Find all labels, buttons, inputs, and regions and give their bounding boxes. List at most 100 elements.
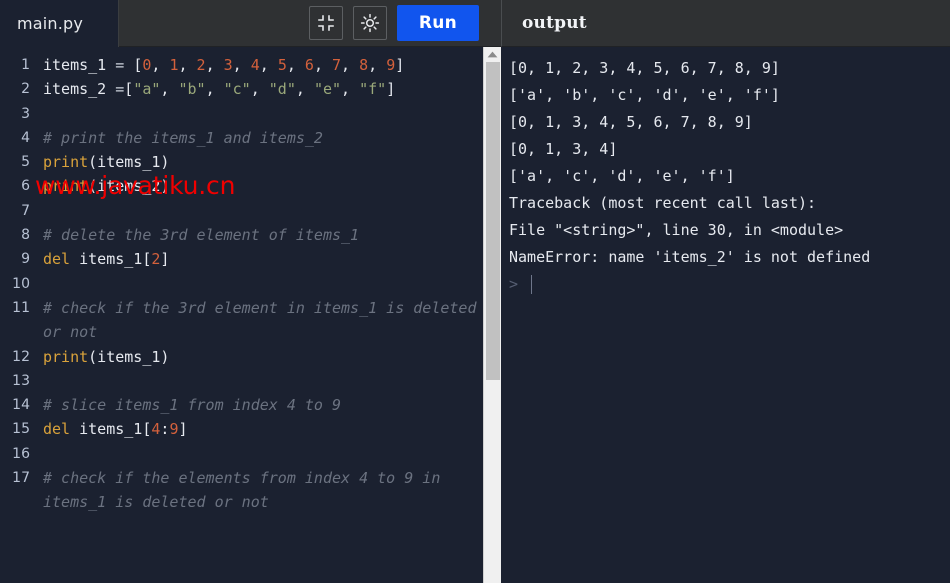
- tab-strip: main.py: [0, 0, 119, 47]
- token-punct: ,: [296, 80, 314, 98]
- code-text[interactable]: # check if the 3rd element in items_1 is…: [43, 296, 483, 345]
- token-num: 7: [332, 56, 341, 74]
- prompt-chevron-icon: >: [509, 271, 518, 298]
- code-line: 13: [0, 369, 483, 393]
- line-number: 3: [0, 102, 43, 126]
- code-text[interactable]: print(items_1): [43, 150, 483, 174]
- token-punct: ,: [251, 80, 269, 98]
- line-number: 12: [0, 345, 43, 369]
- output-console[interactable]: [0, 1, 2, 3, 4, 5, 6, 7, 8, 9]['a', 'b',…: [501, 47, 950, 583]
- token-fn: print: [43, 177, 88, 195]
- compress-button[interactable]: [309, 6, 343, 40]
- code-line: 15del items_1[4:9]: [0, 417, 483, 441]
- line-number: 17: [0, 466, 43, 490]
- line-number: 5: [0, 150, 43, 174]
- compress-icon: [317, 14, 335, 32]
- token-punct: [: [133, 56, 142, 74]
- token-punct: (items_1): [88, 153, 169, 171]
- code-line: 5print(items_1): [0, 150, 483, 174]
- tab-main-py[interactable]: main.py: [0, 0, 83, 47]
- output-line: ['a', 'c', 'd', 'e', 'f']: [509, 163, 950, 190]
- token-com: # print the items_1 and items_2: [43, 129, 323, 147]
- python-ide-app: main.py: [0, 0, 950, 583]
- token-punct: ]: [386, 80, 395, 98]
- code-text[interactable]: items_1 = [0, 1, 2, 3, 4, 5, 6, 7, 8, 9]: [43, 53, 483, 77]
- token-op: =: [115, 56, 133, 74]
- token-punct: ,: [178, 56, 196, 74]
- line-number: 2: [0, 77, 43, 101]
- line-number: 1: [0, 53, 43, 77]
- token-punct: (items_1): [88, 348, 169, 366]
- line-number: 7: [0, 199, 43, 223]
- code-text[interactable]: [43, 369, 483, 393]
- token-num: 5: [278, 56, 287, 74]
- line-number: 14: [0, 393, 43, 417]
- editor-pane: main.py: [0, 0, 501, 583]
- scroll-up-arrow-icon[interactable]: [484, 47, 501, 62]
- token-str: "e": [314, 80, 341, 98]
- token-str: "f": [359, 80, 386, 98]
- code-text[interactable]: items_2 =["a", "b", "c", "d", "e", "f"]: [43, 77, 483, 101]
- output-line: [0, 1, 3, 4, 5, 6, 7, 8, 9]: [509, 109, 950, 136]
- line-number: 6: [0, 174, 43, 198]
- token-str: "b": [178, 80, 205, 98]
- token-punct: ,: [341, 56, 359, 74]
- run-button[interactable]: Run: [397, 5, 479, 41]
- code-text[interactable]: print(items_2): [43, 174, 483, 198]
- line-number: 13: [0, 369, 43, 393]
- token-punct: ]: [160, 250, 169, 268]
- brightness-button[interactable]: [353, 6, 387, 40]
- line-number: 10: [0, 272, 43, 296]
- code-text[interactable]: # check if the elements from index 4 to …: [43, 466, 483, 515]
- output-line: NameError: name 'items_2' is not defined: [509, 244, 950, 271]
- token-op: =: [115, 80, 124, 98]
- code-line: 16: [0, 442, 483, 466]
- output-line: [0, 1, 3, 4]: [509, 136, 950, 163]
- token-punct: ,: [233, 56, 251, 74]
- output-line: ['a', 'b', 'c', 'd', 'e', 'f']: [509, 82, 950, 109]
- line-number: 8: [0, 223, 43, 247]
- editor-vertical-scrollbar[interactable]: [483, 47, 501, 583]
- code-text[interactable]: del items_1[4:9]: [43, 417, 483, 441]
- code-line-list: 1items_1 = [0, 1, 2, 3, 4, 5, 6, 7, 8, 9…: [0, 47, 483, 515]
- token-punct: ,: [341, 80, 359, 98]
- token-punct: ,: [368, 56, 386, 74]
- code-scroll-area[interactable]: 1items_1 = [0, 1, 2, 3, 4, 5, 6, 7, 8, 9…: [0, 47, 483, 583]
- output-line: File "<string>", line 30, in <module>: [509, 217, 950, 244]
- code-line: 2items_2 =["a", "b", "c", "d", "e", "f"]: [0, 77, 483, 101]
- token-com: # check if the elements from index 4 to …: [43, 469, 449, 511]
- line-number: 15: [0, 417, 43, 441]
- code-text[interactable]: del items_1[2]: [43, 247, 483, 271]
- code-line: 4# print the items_1 and items_2: [0, 126, 483, 150]
- code-text[interactable]: [43, 102, 483, 126]
- token-punct: items_1[: [70, 250, 151, 268]
- text-caret: [531, 275, 532, 294]
- output-line-list: [0, 1, 2, 3, 4, 5, 6, 7, 8, 9]['a', 'b',…: [509, 55, 950, 271]
- code-text[interactable]: [43, 442, 483, 466]
- token-com: # slice items_1 from index 4 to 9: [43, 396, 341, 414]
- code-line: 10: [0, 272, 483, 296]
- code-text[interactable]: # delete the 3rd element of items_1: [43, 223, 483, 247]
- line-number: 4: [0, 126, 43, 150]
- scrollbar-thumb[interactable]: [486, 62, 500, 380]
- code-text[interactable]: # print the items_1 and items_2: [43, 126, 483, 150]
- code-line: 17# check if the elements from index 4 t…: [0, 466, 483, 515]
- toolbar-actions: Run: [119, 0, 501, 47]
- code-line: 11# check if the 3rd element in items_1 …: [0, 296, 483, 345]
- token-kw: del: [43, 420, 70, 438]
- token-punct: ,: [151, 56, 169, 74]
- token-punct: ]: [178, 420, 187, 438]
- output-prompt[interactable]: >: [509, 271, 950, 298]
- code-line: 1items_1 = [0, 1, 2, 3, 4, 5, 6, 7, 8, 9…: [0, 53, 483, 77]
- code-line: 12print(items_1): [0, 345, 483, 369]
- code-text[interactable]: print(items_1): [43, 345, 483, 369]
- code-line: 6print(items_2): [0, 174, 483, 198]
- code-body: 1items_1 = [0, 1, 2, 3, 4, 5, 6, 7, 8, 9…: [0, 47, 501, 583]
- code-line: 8# delete the 3rd element of items_1: [0, 223, 483, 247]
- code-text[interactable]: [43, 199, 483, 223]
- token-str: "d": [269, 80, 296, 98]
- code-text[interactable]: # slice items_1 from index 4 to 9: [43, 393, 483, 417]
- code-text[interactable]: [43, 272, 483, 296]
- token-punct: ,: [314, 56, 332, 74]
- token-punct: items_1[: [70, 420, 151, 438]
